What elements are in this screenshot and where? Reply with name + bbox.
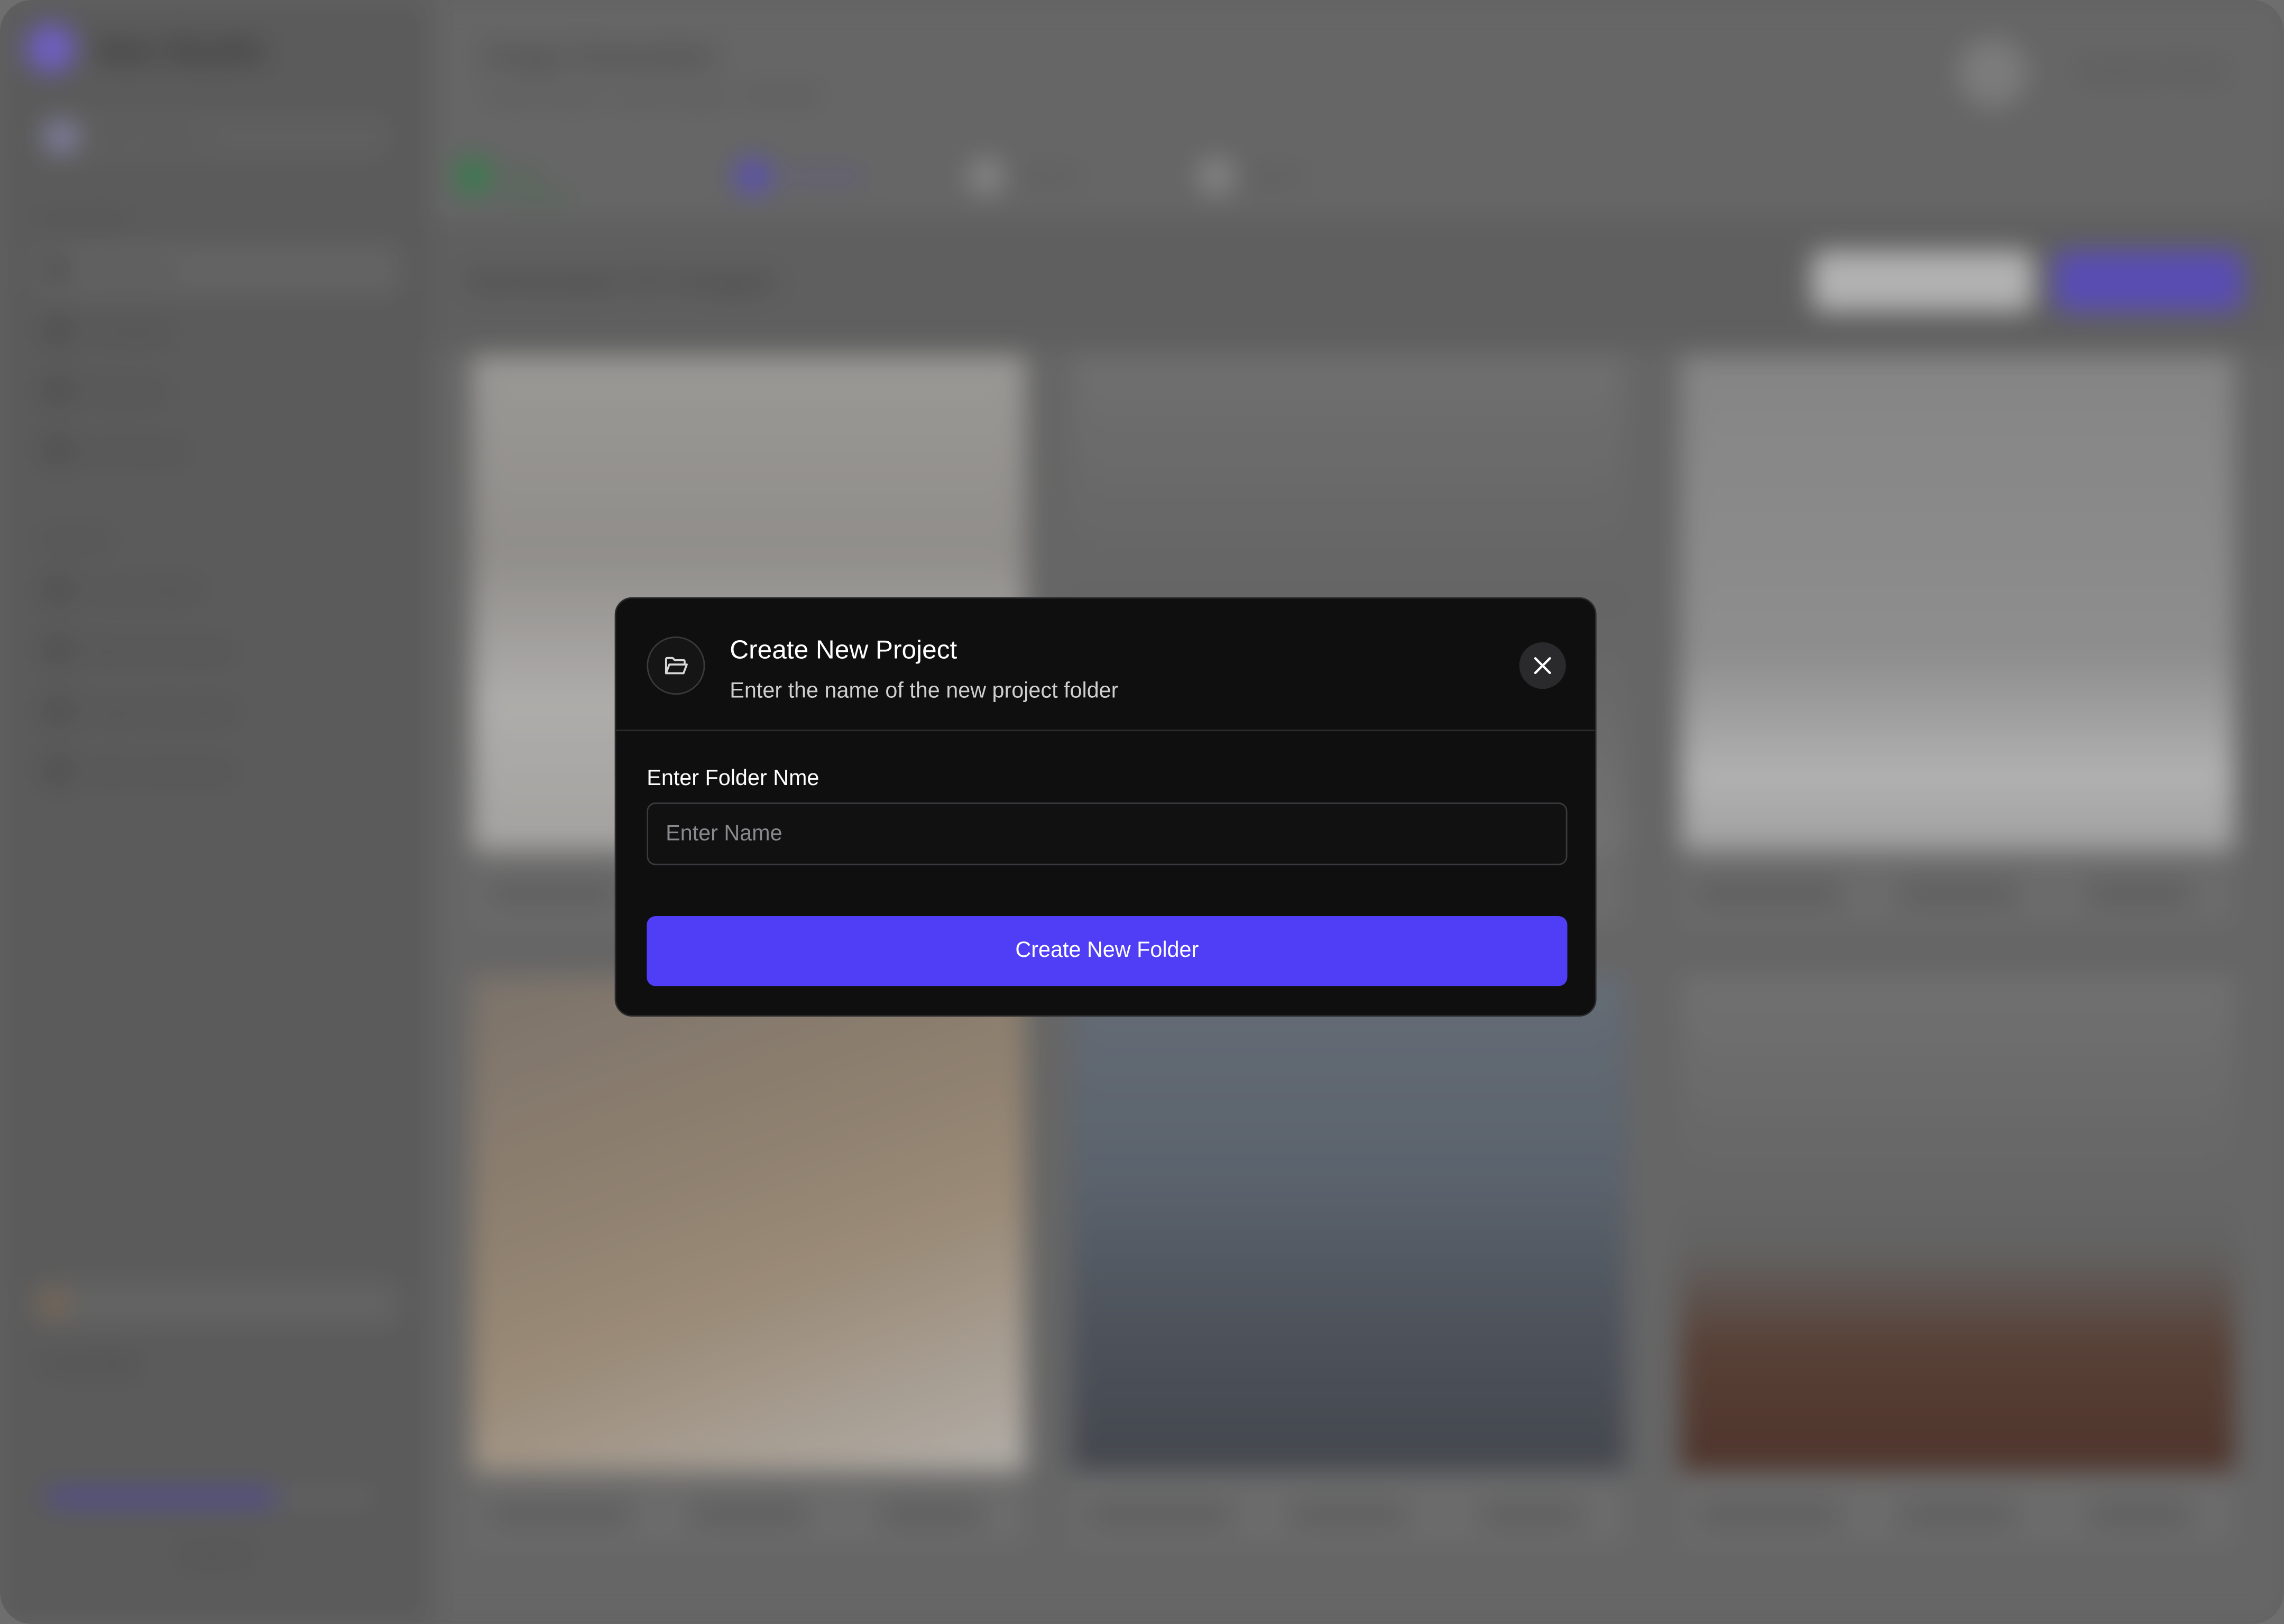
modal-subtitle: Enter the name of the new project folder [730,678,1119,704]
folder-open-icon [647,636,705,695]
create-project-modal: Create New Project Enter the name of the… [614,597,1597,1017]
folder-name-input[interactable] [647,802,1568,865]
create-folder-button[interactable]: Create New Folder [647,916,1568,986]
screen: Nan Studio Shift Solutions Get started D… [0,0,2284,1624]
modal-header: Create New Project Enter the name of the… [616,598,1595,732]
close-button[interactable] [1519,642,1566,689]
close-icon [1534,657,1551,675]
modal-title: Create New Project [730,635,957,665]
folder-name-label: Enter Folder Nme [647,766,819,791]
